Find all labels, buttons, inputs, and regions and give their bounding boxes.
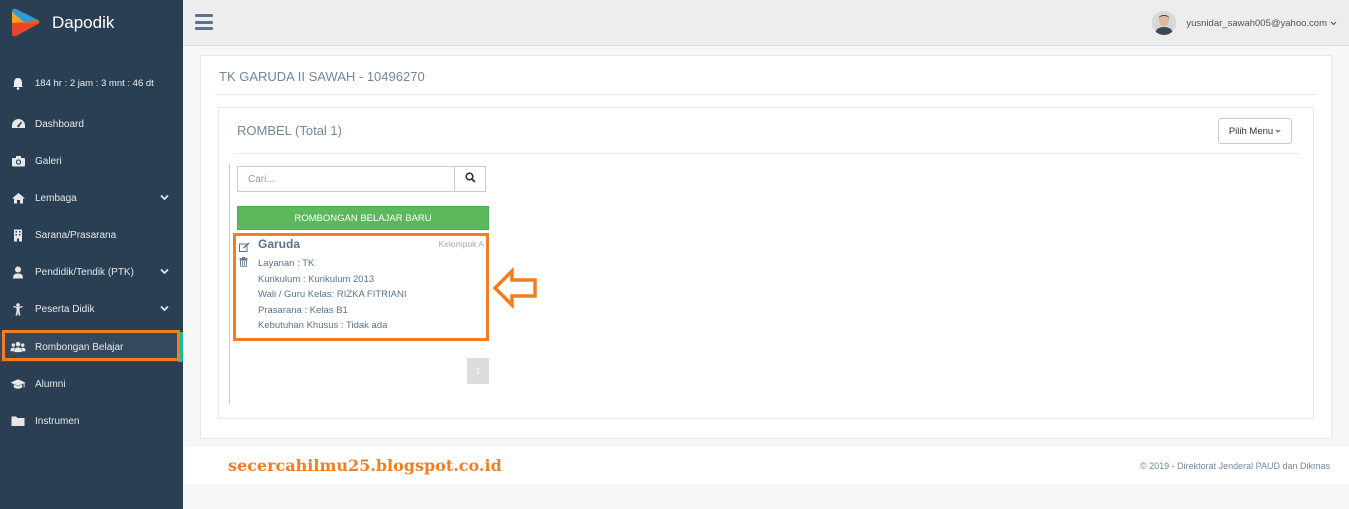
kurikulum-text: Kurikulum : Kurikulum 2013 (258, 273, 375, 285)
pilih-menu-button[interactable]: Pilih Menu (1218, 118, 1292, 144)
divider (229, 164, 230, 404)
page-title: TK GARUDA II SAWAH - 10496270 (219, 69, 425, 84)
caret-down-icon (1275, 129, 1282, 133)
watermark-text: secercahilmu25.blogspot.co.id (228, 456, 502, 475)
sidebar-item-sarana-prasarana[interactable]: Sarana/Prasarana (0, 220, 183, 250)
building-icon (10, 228, 26, 242)
sidebar-item-lembaga[interactable]: Lembaga (0, 183, 183, 213)
sidebar-item-label: Pendidik/Tendik (PTK) (35, 266, 134, 278)
chevron-down-icon (160, 304, 169, 315)
timer-text: 184 hr : 2 jam : 3 mnt : 46 dt (35, 78, 154, 89)
bell-icon (10, 77, 26, 90)
user-menu[interactable]: yusnidar_sawah005@yahoo.com (1152, 11, 1337, 35)
home-icon (10, 191, 26, 205)
folder-icon (10, 414, 26, 428)
brand[interactable]: Dapodik (8, 6, 114, 40)
rombel-details: Layanan : TK Kurikulum : Kurikulum 2013 … (258, 256, 407, 334)
dapodik-logo-icon (8, 6, 44, 40)
search-input[interactable] (237, 166, 455, 192)
sidebar-item-label: Alumni (35, 378, 66, 390)
hamburger-menu-icon[interactable] (195, 14, 213, 30)
sidebar: Dapodik 184 hr : 2 jam : 3 mnt : 46 dt D… (0, 0, 183, 509)
rombel-panel: ROMBEL (Total 1) Pilih Menu ROMBONGAN BE… (218, 107, 1314, 419)
search-group (237, 166, 486, 194)
chevron-down-icon (1330, 18, 1337, 29)
countdown-timer: 184 hr : 2 jam : 3 mnt : 46 dt (10, 77, 154, 90)
sidebar-item-label: Lembaga (35, 192, 77, 204)
pagination-page-button[interactable]: 1 (467, 358, 489, 384)
divider (215, 94, 1317, 95)
camera-icon (10, 154, 26, 168)
chevron-down-icon (160, 267, 169, 278)
new-rombel-button[interactable]: ROMBONGAN BELAJAR BARU (237, 206, 489, 230)
sidebar-item-alumni[interactable]: Alumni (0, 369, 183, 399)
avatar (1152, 11, 1177, 35)
sidebar-item-label: Sarana/Prasarana (35, 229, 117, 241)
rombel-title: ROMBEL (Total 1) (237, 123, 342, 138)
wali-text: Wali / Guru Kelas: RIZKA FITRIANI (258, 289, 407, 300)
kebutuhan-text: Kebutuhan Khusus : Tidak ada (258, 320, 388, 331)
sidebar-item-peserta-didik[interactable]: Peserta Didik (0, 294, 183, 324)
rombel-name: Garuda (258, 237, 301, 251)
main-panel: TK GARUDA II SAWAH - 10496270 ROMBEL (To… (200, 55, 1332, 439)
sidebar-item-label: Peserta Didik (35, 303, 95, 315)
user-icon (10, 265, 26, 279)
sidebar-item-label: Galeri (35, 155, 62, 167)
pilih-menu-label: Pilih Menu (1228, 125, 1274, 137)
arrow-left-icon (492, 265, 539, 316)
trash-icon[interactable] (239, 254, 248, 272)
sidebar-item-galeri[interactable]: Galeri (0, 146, 183, 176)
sidebar-item-instrumen[interactable]: Instrumen (0, 406, 183, 436)
sidebar-item-label: Instrumen (35, 415, 80, 427)
highlight-box-nav (2, 330, 180, 361)
copyright-text: © 2019 - Direktorat Jenderal PAUD dan Di… (1139, 461, 1330, 471)
app-name: Dapodik (52, 13, 115, 32)
divider (233, 153, 1299, 154)
prasarana-text: Prasarana : Kelas B1 (258, 304, 348, 316)
footer: secercahilmu25.blogspot.co.id © 2019 - D… (183, 447, 1349, 484)
topbar: yusnidar_sawah005@yahoo.com (183, 0, 1349, 46)
search-icon (464, 170, 476, 188)
dashboard-icon (10, 117, 26, 131)
child-icon (10, 302, 26, 316)
chevron-down-icon (160, 193, 169, 204)
kelompok-label: Kelompok A (438, 239, 484, 249)
search-button[interactable] (455, 166, 486, 192)
sidebar-item-dashboard[interactable]: Dashboard (0, 109, 183, 139)
graduation-cap-icon (10, 377, 26, 391)
rombel-card[interactable]: Garuda Kelompok A Layanan : TK Kurikulum… (233, 233, 489, 341)
layanan-text: Layanan : TK (258, 258, 315, 269)
sidebar-item-label: Dashboard (35, 118, 84, 130)
sidebar-item-ptk[interactable]: Pendidik/Tendik (PTK) (0, 257, 183, 287)
user-email: yusnidar_sawah005@yahoo.com (1186, 17, 1327, 29)
